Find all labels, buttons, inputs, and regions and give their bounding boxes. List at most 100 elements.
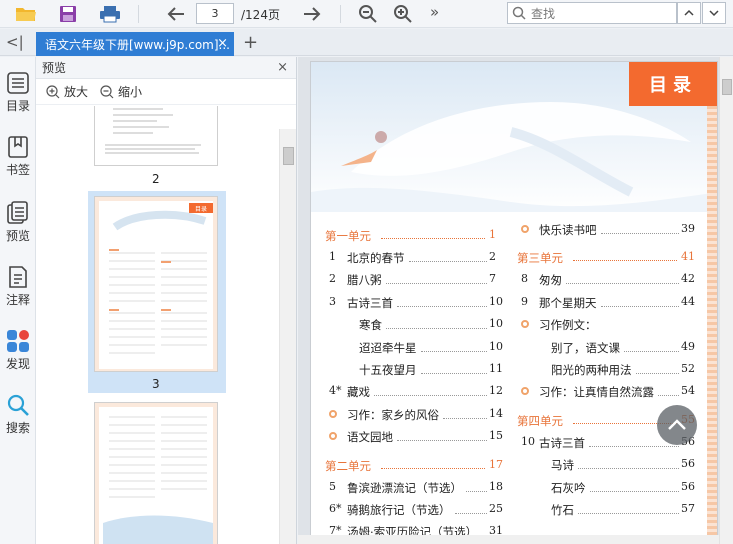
close-tab-icon[interactable]: × (217, 36, 228, 51)
toc-leader-line (385, 283, 487, 285)
toc-entry[interactable]: 竹石 (551, 502, 574, 518)
toc-leader-line (454, 513, 487, 514)
toc-unit-title[interactable]: 第三单元 (517, 250, 563, 266)
document-scrollbar[interactable] (719, 57, 733, 544)
scroll-to-top-button[interactable] (657, 405, 697, 445)
toc-leader-line (600, 305, 679, 307)
toc-bullet-icon (521, 387, 529, 396)
sidebar-item-toc[interactable]: 目录 (0, 71, 36, 131)
search-input[interactable]: 查找 (507, 2, 677, 24)
toc-entry[interactable]: 别了，语文课 (551, 340, 620, 356)
zoom-in-icon[interactable] (391, 3, 415, 25)
thumbnail-page-number: 3 (152, 377, 160, 391)
toc-leader-line (589, 490, 679, 492)
thumbnail-zoom-in-button[interactable]: 放大 (46, 83, 88, 100)
tab-document[interactable]: 语文六年级下册[www.j9p.com]... × (36, 32, 234, 56)
search-prev-button[interactable] (677, 2, 701, 24)
toc-page-number: 56 (681, 479, 695, 493)
toc-leader-line (635, 373, 679, 374)
toc-entry[interactable]: 那个星期天 (539, 295, 597, 311)
sidebar-item-preview[interactable]: 预览 (0, 201, 36, 261)
toc-leader-line (386, 328, 487, 330)
search-next-button[interactable] (702, 2, 726, 24)
toc-leader-line (466, 490, 487, 492)
sidebar-item-notes[interactable]: 注释 (0, 265, 36, 325)
toc-entry[interactable]: 古诗三首 (347, 295, 393, 311)
document-view[interactable]: 目录 第一单元 1 1 北京的春节 2 2 腊八粥 7 3 古诗三首 10 寒食 10 迢迢牵牛星 10 十五… (298, 57, 733, 544)
toc-entry[interactable]: 十五夜望月 (359, 362, 417, 378)
thumbnail-zoom-out-button[interactable]: 缩小 (100, 83, 142, 100)
zoom-in-label: 放大 (64, 85, 89, 99)
toc-entry[interactable]: 鲁滨逊漂流记（节选） (347, 480, 462, 496)
toc-page-number: 12 (489, 384, 503, 398)
toc-entry[interactable]: 寒食 (359, 317, 382, 333)
toc-entry[interactable]: 习作：让真情自然流露 (539, 384, 654, 400)
tab-title: 语文六年级下册[www.j9p.com]... (45, 37, 230, 52)
toc-lesson-number: 4* (329, 384, 342, 398)
toc-page-number: 44 (681, 294, 695, 308)
prev-page-icon[interactable] (164, 3, 188, 25)
toc-lesson-number: 8 (521, 272, 528, 286)
toc-entry[interactable]: 匆匆 (539, 272, 562, 288)
more-tools-button[interactable]: » (430, 3, 439, 21)
new-tab-button[interactable]: + (243, 32, 258, 53)
toc-page-number: 11 (489, 362, 503, 375)
toc-bullet-icon (329, 432, 337, 441)
scrollbar-thumb[interactable] (722, 79, 732, 95)
search-placeholder: 查找 (531, 6, 556, 21)
search-icon (512, 6, 526, 20)
print-icon[interactable] (98, 3, 122, 25)
toc-entry[interactable]: 阳光的两种用法 (551, 362, 632, 378)
toc-page-number: 2 (489, 250, 496, 263)
toc-entry[interactable]: 习作：家乡的风俗 (347, 407, 439, 423)
chevron-up-icon (668, 419, 686, 430)
thumbnail-page-selected[interactable]: 目录 (94, 196, 218, 372)
toolbar-separator (340, 5, 341, 23)
sidebar-item-bookmarks[interactable]: 书签 (0, 135, 36, 195)
collapse-sidebar-button[interactable]: <| (6, 33, 24, 51)
toc-leader-line (578, 468, 679, 470)
toc-entry[interactable]: 北京的春节 (347, 250, 405, 266)
page-total: /124页 (241, 8, 280, 22)
sidebar-item-label: 书签 (5, 163, 30, 177)
page-thumbnail-image (103, 416, 213, 544)
thumbnail-page[interactable] (94, 402, 218, 544)
page-thumbnail-image (109, 210, 207, 354)
zoom-out-icon[interactable] (356, 3, 380, 25)
thumbnail-page[interactable] (94, 106, 218, 166)
next-page-icon[interactable] (300, 3, 324, 25)
toc-entry[interactable]: 腊八粥 (347, 272, 382, 288)
toc-page-number: 10 (489, 339, 503, 353)
toc-page-number: 7 (489, 272, 496, 286)
toc-entry[interactable]: 骑鹅旅行记（节选） (347, 502, 451, 518)
page-number-input[interactable]: 3 (196, 3, 234, 24)
toc-entry[interactable]: 快乐读书吧 (539, 222, 597, 238)
toc-leader-line (624, 350, 679, 352)
toc-lesson-number: 5 (329, 479, 336, 493)
sidebar-item-search[interactable]: 搜索 (0, 393, 36, 453)
toolbar-separator (138, 5, 139, 23)
toc-entry[interactable]: 藏戏 (347, 384, 370, 400)
toc-entry[interactable]: 习作例文： (539, 317, 597, 333)
toc-lesson-number: 10 (521, 434, 535, 448)
close-panel-icon[interactable]: × (277, 60, 288, 75)
toc-entry[interactable]: 马诗 (551, 457, 574, 473)
sidebar-item-discover[interactable]: 发现 (0, 329, 36, 389)
list-icon (7, 72, 29, 94)
save-icon[interactable] (56, 3, 80, 25)
preview-panel-title: 预览 (42, 61, 67, 75)
horizontal-scrollbar[interactable] (298, 535, 719, 544)
toc-unit-title[interactable]: 第一单元 (325, 228, 371, 244)
thumbnail-scrollbar[interactable] (279, 129, 296, 544)
preview-icon (7, 201, 28, 224)
toc-entry[interactable]: 语文园地 (347, 429, 393, 445)
toc-page-number: 17 (489, 457, 503, 471)
toc-unit-title[interactable]: 第四单元 (517, 413, 563, 429)
thumbnail-page-number: 2 (152, 172, 160, 186)
toc-unit-title[interactable]: 第二单元 (325, 458, 371, 474)
open-folder-icon[interactable] (14, 3, 38, 25)
scrollbar-thumb[interactable] (283, 147, 294, 165)
toc-entry[interactable]: 石灰吟 (551, 480, 586, 496)
toc-entry[interactable]: 古诗三首 (539, 435, 585, 451)
toc-entry[interactable]: 迢迢牵牛星 (359, 340, 417, 356)
